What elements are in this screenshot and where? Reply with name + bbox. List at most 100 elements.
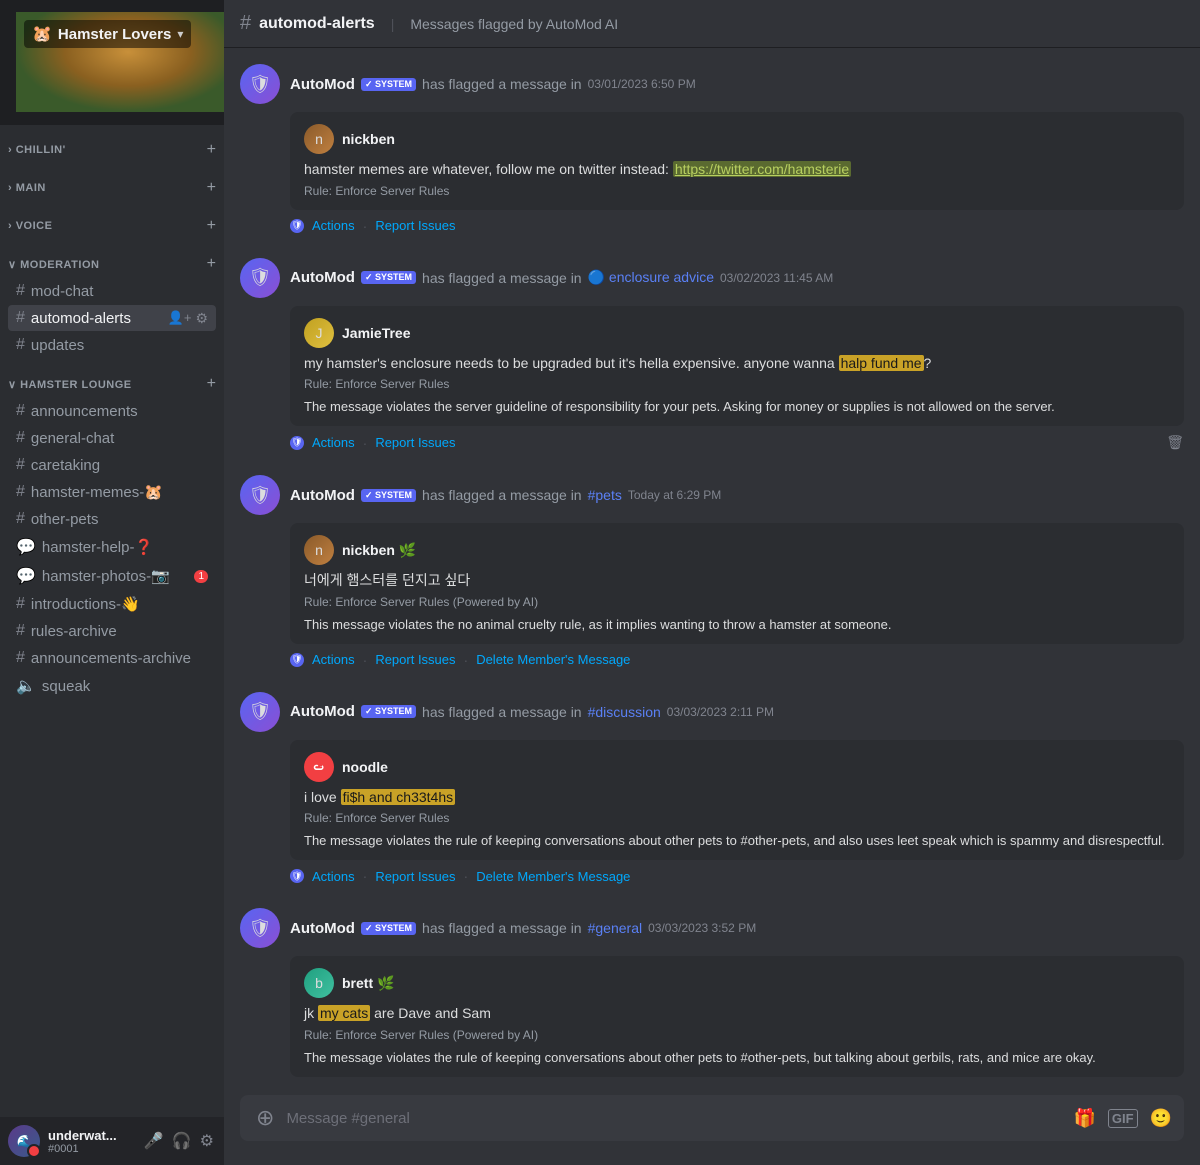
actions-button[interactable]: Actions [312,218,355,233]
category-chillin[interactable]: › CHILLIN' + [0,125,224,163]
category-voice[interactable]: › VOICE + [0,201,224,239]
channel-header: # automod-alerts | Messages flagged by A… [224,0,1200,48]
add-channel-lounge[interactable]: + [207,375,216,393]
actions-button[interactable]: Actions [312,652,355,667]
hash-icon: # [16,336,25,354]
channel-announcements[interactable]: # announcements [8,398,216,424]
speaker-icon: 🔈 [16,676,36,696]
gif-icon[interactable]: GIF [1108,1109,1138,1128]
automod-avatar: 🛡 [240,692,280,732]
automod-name: AutoMod [290,487,355,504]
delete-member-message-button[interactable]: Delete Member's Message [476,652,630,667]
target-channel[interactable]: 🔵 enclosure advice [588,269,714,286]
gift-icon[interactable]: 🎁 [1073,1108,1095,1129]
hash-icon: # [16,649,25,667]
flagged-username: noodle [342,759,388,775]
user-settings-icon[interactable]: ⚙ [198,1129,216,1153]
add-channel-chillin[interactable]: + [207,141,216,159]
channel-hamster-help[interactable]: 💬 hamster-help-❓ [8,533,216,561]
violation-reason: This message violates the no animal crue… [304,617,1170,632]
channel-rules-archive[interactable]: # rules-archive [8,618,216,644]
flagged-message-content: hamster memes are whatever, follow me on… [304,160,1170,180]
thread-icon: 💬 [16,566,36,586]
automod-name: AutoMod [290,76,355,93]
message-input[interactable] [286,1099,1065,1138]
automod-card-2: 🛡 AutoMod ✓ SYSTEM has flagged a message… [240,258,1184,452]
flagged-username: brett 🌿 [342,975,394,992]
card-footer: 🛡 Actions · Report Issues [290,218,1184,234]
flagged-highlight: my cats [318,1005,370,1021]
unread-badge: 1 [194,570,208,583]
channel-mod-chat[interactable]: # mod-chat [8,278,216,304]
report-issues-button[interactable]: Report Issues [375,652,455,667]
report-issues-button[interactable]: Report Issues [375,869,455,884]
flagged-user-avatar: n [304,535,334,565]
channel-introductions[interactable]: # introductions-👋 [8,591,216,617]
shield-icon: 🛡 [290,653,304,667]
rule-text: Rule: Enforce Server Rules [304,811,1170,825]
hash-icon: # [16,622,25,640]
automod-name: AutoMod [290,269,355,286]
violation-reason: The message violates the server guidelin… [304,399,1170,414]
add-channel-voice[interactable]: + [207,217,216,235]
delete-icon[interactable]: 🗑 [1166,434,1184,451]
add-channel-moderation[interactable]: + [207,255,216,273]
flagged-message-content: 너에게 햄스터를 던지고 싶다 [304,571,1170,591]
report-issues-button[interactable]: Report Issues [375,435,455,450]
channel-hamster-photos[interactable]: 💬 hamster-photos-📷 1 [8,562,216,590]
rule-text: Rule: Enforce Server Rules (Powered by A… [304,1028,1170,1042]
user-avatar: 🌊 [8,1125,40,1157]
target-channel[interactable]: #general [588,920,643,936]
channel-general-chat[interactable]: # general-chat [8,425,216,451]
hash-icon: # [16,456,25,474]
mic-icon[interactable]: 🎤 [142,1129,166,1153]
flagged-message-content: my hamster's enclosure needs to be upgra… [304,354,1170,374]
actions-button[interactable]: Actions [312,869,355,884]
target-channel[interactable]: #pets [588,487,622,503]
action-text: has flagged a message in [422,76,582,92]
category-moderation[interactable]: ∨ MODERATION + [0,239,224,277]
channel-announcements-archive[interactable]: # announcements-archive [8,645,216,671]
delete-member-message-button[interactable]: Delete Member's Message [476,869,630,884]
rule-text: Rule: Enforce Server Rules [304,184,1170,198]
server-header-left: 🐹 Hamster Lovers ▾ [16,12,224,112]
message-timestamp: 03/01/2023 6:50 PM [588,77,696,91]
settings-icon[interactable]: ⚙ [195,310,208,327]
flagged-highlight: halp fund me [839,355,924,371]
channel-squeak[interactable]: 🔈 squeak [8,672,216,700]
rule-text: Rule: Enforce Server Rules [304,377,1170,391]
system-badge: ✓ SYSTEM [361,489,416,502]
automod-name: AutoMod [290,920,355,937]
report-issues-button[interactable]: Report Issues [375,218,455,233]
message-timestamp: Today at 6:29 PM [628,488,721,502]
channel-caretaking[interactable]: # caretaking [8,452,216,478]
actions-button[interactable]: Actions [312,435,355,450]
add-member-icon[interactable]: 👤+ [168,310,192,327]
channel-hamster-memes[interactable]: # hamster-memes-🐹 [8,479,216,505]
hash-icon: # [16,309,25,327]
system-badge: ✓ SYSTEM [361,922,416,935]
channel-header-description: Messages flagged by AutoMod AI [410,16,618,32]
server-header[interactable]: 🐹 Hamster Lovers ▾ [0,0,224,125]
target-channel[interactable]: #discussion [588,704,661,720]
messages-area: 🛡 AutoMod ✓ SYSTEM has flagged a message… [224,48,1200,1083]
hash-icon: # [16,429,25,447]
message-timestamp: 03/03/2023 3:52 PM [648,921,756,935]
channel-other-pets[interactable]: # other-pets [8,506,216,532]
channel-header-name: automod-alerts [259,15,375,33]
channel-automod-alerts[interactable]: # automod-alerts 👤+ ⚙ [8,305,216,331]
hash-icon: # [16,402,25,420]
category-main[interactable]: › MAIN + [0,163,224,201]
category-hamster-lounge[interactable]: ∨ HAMSTER LOUNGE + [0,359,224,397]
headphones-icon[interactable]: 🎧 [170,1129,194,1153]
add-channel-main[interactable]: + [207,179,216,197]
automod-card-4: 🛡 AutoMod ✓ SYSTEM has flagged a message… [240,692,1184,885]
channel-updates[interactable]: # updates [8,332,216,358]
emoji-icon[interactable]: 🙂 [1150,1108,1172,1129]
attach-icon[interactable]: ⊕ [252,1095,278,1141]
flagged-highlight: fi$h and ch33t4hs [341,789,456,805]
card-footer: 🛡 Actions · Report Issues · Delete Membe… [290,868,1184,884]
violation-reason: The message violates the rule of keeping… [304,833,1170,848]
card-footer: 🛡 Actions · Report Issues · Delete Membe… [290,652,1184,668]
automod-avatar: 🛡 [240,475,280,515]
